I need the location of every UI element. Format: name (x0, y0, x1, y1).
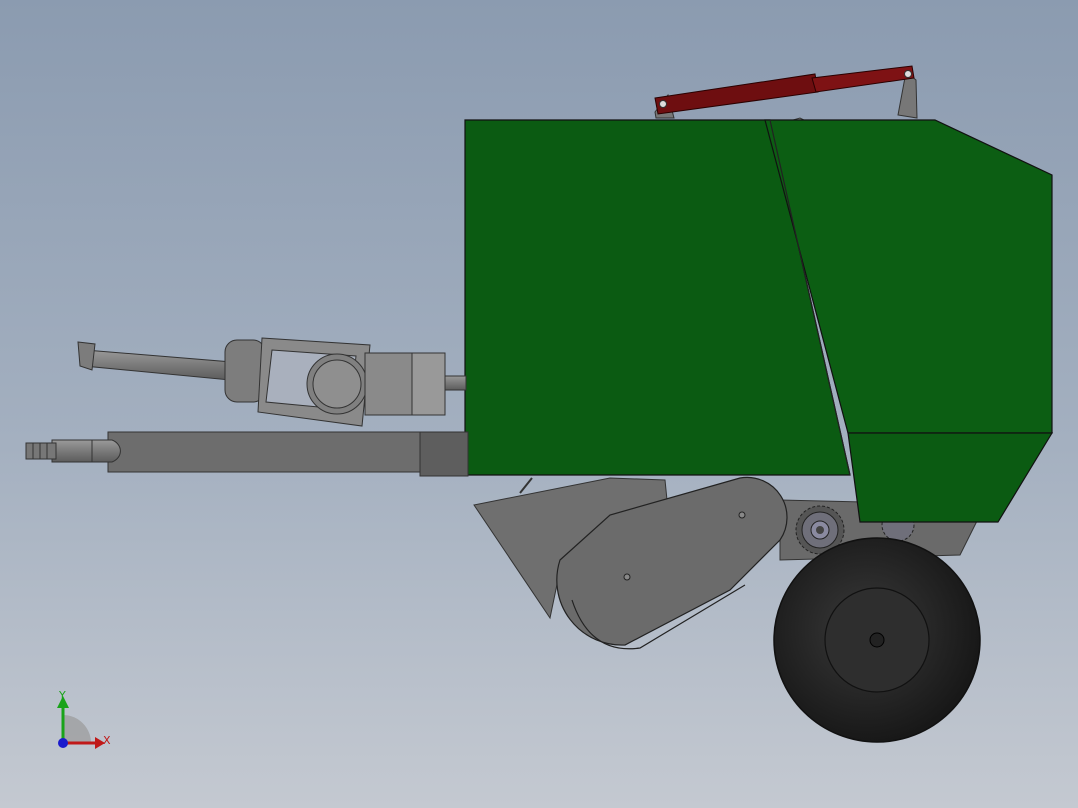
coordinate-triad: Y X (57, 689, 111, 749)
y-axis-label: Y (58, 689, 66, 702)
x-axis-label: X (103, 734, 111, 747)
cad-viewport[interactable]: Y X (0, 0, 1078, 808)
triad-plane (63, 715, 91, 743)
z-axis-dot (58, 738, 68, 748)
